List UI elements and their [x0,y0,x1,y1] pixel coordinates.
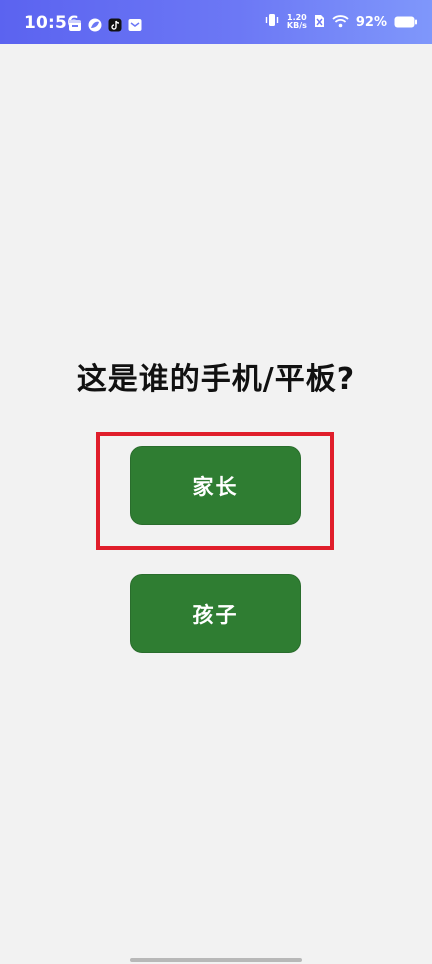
system-status: 1.20 KB/s 92% [264,10,418,34]
leaf-app-icon [88,17,102,32]
page-title: 这是谁的手机/平板? [76,362,356,397]
network-speed-unit: KB/s [286,21,307,30]
vibrate-icon [264,12,280,32]
role-selection-screen: 这是谁的手机/平板? 家长 孩子 [0,44,432,964]
home-indicator[interactable] [130,958,302,962]
network-speed: 1.20 KB/s [287,14,307,30]
status-bar: 10:56 1.20 KB/s 92% [0,0,432,44]
child-button[interactable]: 孩子 [130,574,301,653]
parent-button[interactable]: 家长 [130,446,301,525]
no-sim-icon [314,13,325,32]
battery-icon [394,13,418,32]
calendar-icon [68,17,82,31]
battery-percentage: 92% [355,14,387,30]
mail-icon [128,17,142,31]
tiktok-icon [108,17,122,32]
wifi-icon [332,13,349,32]
notification-icons [68,17,142,32]
